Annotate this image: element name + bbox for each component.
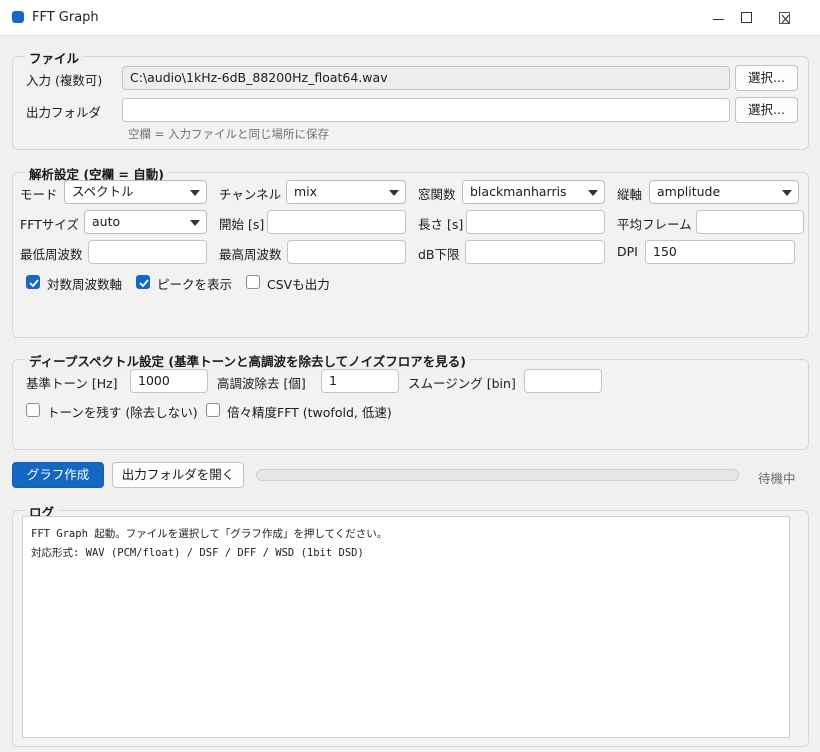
average-frames-field[interactable] xyxy=(696,210,804,234)
input-select-button[interactable]: 選択... xyxy=(735,65,798,91)
twofold-fft-label: 倍々精度FFT (twofold, 低速) xyxy=(227,405,392,420)
checkmark-icon xyxy=(26,275,40,289)
y-axis-label: 縦軸 xyxy=(617,187,643,202)
smoothing-label: スムージング [bin] xyxy=(408,376,516,391)
csv-output-checkbox[interactable]: CSVも出力 xyxy=(246,273,336,292)
channel-select[interactable]: mix xyxy=(286,180,406,204)
mode-label: モード xyxy=(20,187,58,202)
mode-select[interactable]: スペクトル xyxy=(64,180,207,204)
log-axis-checkbox[interactable]: 対数周波数軸 xyxy=(26,273,126,292)
keep-tone-checkbox[interactable]: トーンを残す (除去しない) xyxy=(26,401,198,420)
open-output-folder-button[interactable]: 出力フォルダを開く xyxy=(112,462,244,488)
log-output[interactable]: FFT Graph 起動。ファイルを選択して「グラフ作成」を押してください。 対… xyxy=(22,516,790,738)
max-frequency-field[interactable] xyxy=(287,240,406,264)
log-scrollbar[interactable] xyxy=(790,516,802,738)
status-text: 待機中 xyxy=(758,471,796,486)
close-icon xyxy=(779,12,790,24)
output-folder-field[interactable] xyxy=(122,98,730,122)
log-line: 対応形式: WAV (PCM/float) / DSF / DFF / WSD … xyxy=(31,547,364,559)
min-frequency-label: 最低周波数 xyxy=(20,247,83,262)
log-line: FFT Graph 起動。ファイルを選択して「グラフ作成」を押してください。 xyxy=(31,528,388,540)
keep-tone-label: トーンを残す (除去しない) xyxy=(47,405,198,420)
chevron-down-icon xyxy=(588,190,598,196)
y-axis-select-value: amplitude xyxy=(657,184,721,199)
harmonic-removal-field[interactable]: 1 xyxy=(321,369,399,393)
max-frequency-label: 最高周波数 xyxy=(219,247,282,262)
db-floor-field[interactable] xyxy=(465,240,605,264)
window-function-label: 窓関数 xyxy=(418,187,456,202)
fft-size-select-value: auto xyxy=(92,214,121,229)
length-field[interactable] xyxy=(466,210,605,234)
show-peaks-label: ピークを表示 xyxy=(157,277,233,292)
app-icon xyxy=(12,11,24,23)
output-folder-hint: 空欄 = 入力ファイルと同じ場所に保存 xyxy=(128,127,329,141)
chevron-down-icon xyxy=(190,220,200,226)
start-label: 開始 [s] xyxy=(219,217,265,232)
csv-output-label: CSVも出力 xyxy=(267,277,330,292)
average-frames-label: 平均フレーム xyxy=(617,217,692,232)
output-select-button[interactable]: 選択... xyxy=(735,97,798,123)
harmonic-removal-label: 高調波除去 [個] xyxy=(217,376,306,391)
dpi-field[interactable]: 150 xyxy=(645,240,795,264)
chevron-down-icon xyxy=(190,190,200,196)
deep-spectrum-group-title: ディープスペクトル設定 (基準トーンと高調波を除去してノイズフロアを見る) xyxy=(25,351,470,370)
input-file-field[interactable]: C:\audio\1kHz-6dB_88200Hz_float64.wav xyxy=(122,66,730,90)
start-field[interactable] xyxy=(267,210,406,234)
minimize-icon xyxy=(713,19,724,20)
twofold-fft-checkbox[interactable]: 倍々精度FFT (twofold, 低速) xyxy=(206,401,392,420)
db-floor-label: dB下限 xyxy=(418,247,460,262)
dpi-label: DPI xyxy=(617,244,638,259)
chevron-down-icon xyxy=(389,190,399,196)
window-title: FFT Graph xyxy=(32,10,99,25)
mode-select-value: スペクトル xyxy=(72,184,134,199)
base-tone-label: 基準トーン [Hz] xyxy=(26,376,118,391)
length-label: 長さ [s] xyxy=(418,217,464,232)
title-bar: FFT Graph xyxy=(0,0,820,36)
y-axis-select[interactable]: amplitude xyxy=(649,180,799,204)
output-folder-label: 出力フォルダ xyxy=(26,105,102,120)
fft-size-select[interactable]: auto xyxy=(84,210,207,234)
fft-size-label: FFTサイズ xyxy=(20,217,79,232)
make-graph-button[interactable]: グラフ作成 xyxy=(12,462,104,488)
close-button[interactable] xyxy=(773,6,797,30)
smoothing-field[interactable] xyxy=(524,369,602,393)
show-peaks-checkbox[interactable]: ピークを表示 xyxy=(136,273,236,292)
input-label: 入力 (複数可) xyxy=(26,73,103,88)
channel-label: チャンネル xyxy=(219,187,282,202)
maximize-icon xyxy=(741,12,752,23)
maximize-button[interactable] xyxy=(735,6,759,30)
channel-select-value: mix xyxy=(294,184,318,199)
checkbox-empty-icon xyxy=(206,403,220,417)
minimize-button[interactable] xyxy=(707,6,731,30)
window-function-select-value: blackmanharris xyxy=(470,184,567,199)
chevron-down-icon xyxy=(782,190,792,196)
checkmark-icon xyxy=(136,275,150,289)
base-tone-field[interactable]: 1000 xyxy=(130,369,208,393)
file-group-title: ファイル xyxy=(25,48,84,67)
checkbox-empty-icon xyxy=(246,275,260,289)
window-function-select[interactable]: blackmanharris xyxy=(462,180,605,204)
checkbox-empty-icon xyxy=(26,403,40,417)
progress-bar xyxy=(256,469,739,481)
log-axis-label: 対数周波数軸 xyxy=(47,277,123,292)
min-frequency-field[interactable] xyxy=(88,240,207,264)
